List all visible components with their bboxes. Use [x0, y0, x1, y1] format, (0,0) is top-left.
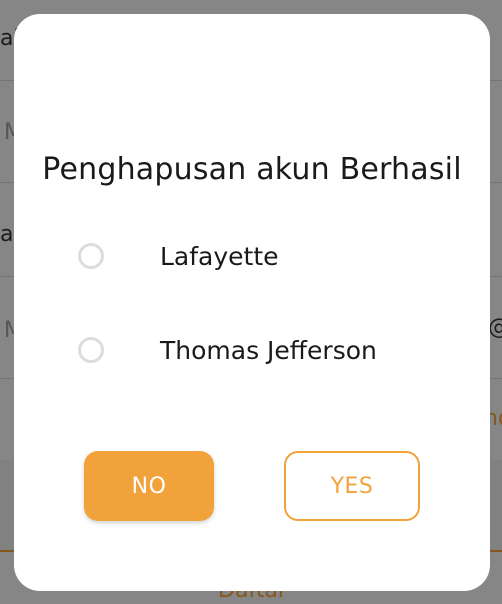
dialog-title: Penghapusan akun Berhasil [42, 152, 462, 187]
option-thomas-jefferson[interactable]: Thomas Jefferson [78, 330, 458, 370]
yes-button[interactable]: YES [284, 451, 420, 521]
option-label: Lafayette [160, 241, 279, 271]
no-button[interactable]: NO [84, 451, 214, 521]
radio-button[interactable] [78, 337, 104, 363]
confirmation-dialog: Penghapusan akun Berhasil Lafayette Thom… [14, 14, 490, 591]
option-label: Thomas Jefferson [160, 335, 377, 365]
radio-button[interactable] [78, 243, 104, 269]
option-lafayette[interactable]: Lafayette [78, 236, 458, 276]
